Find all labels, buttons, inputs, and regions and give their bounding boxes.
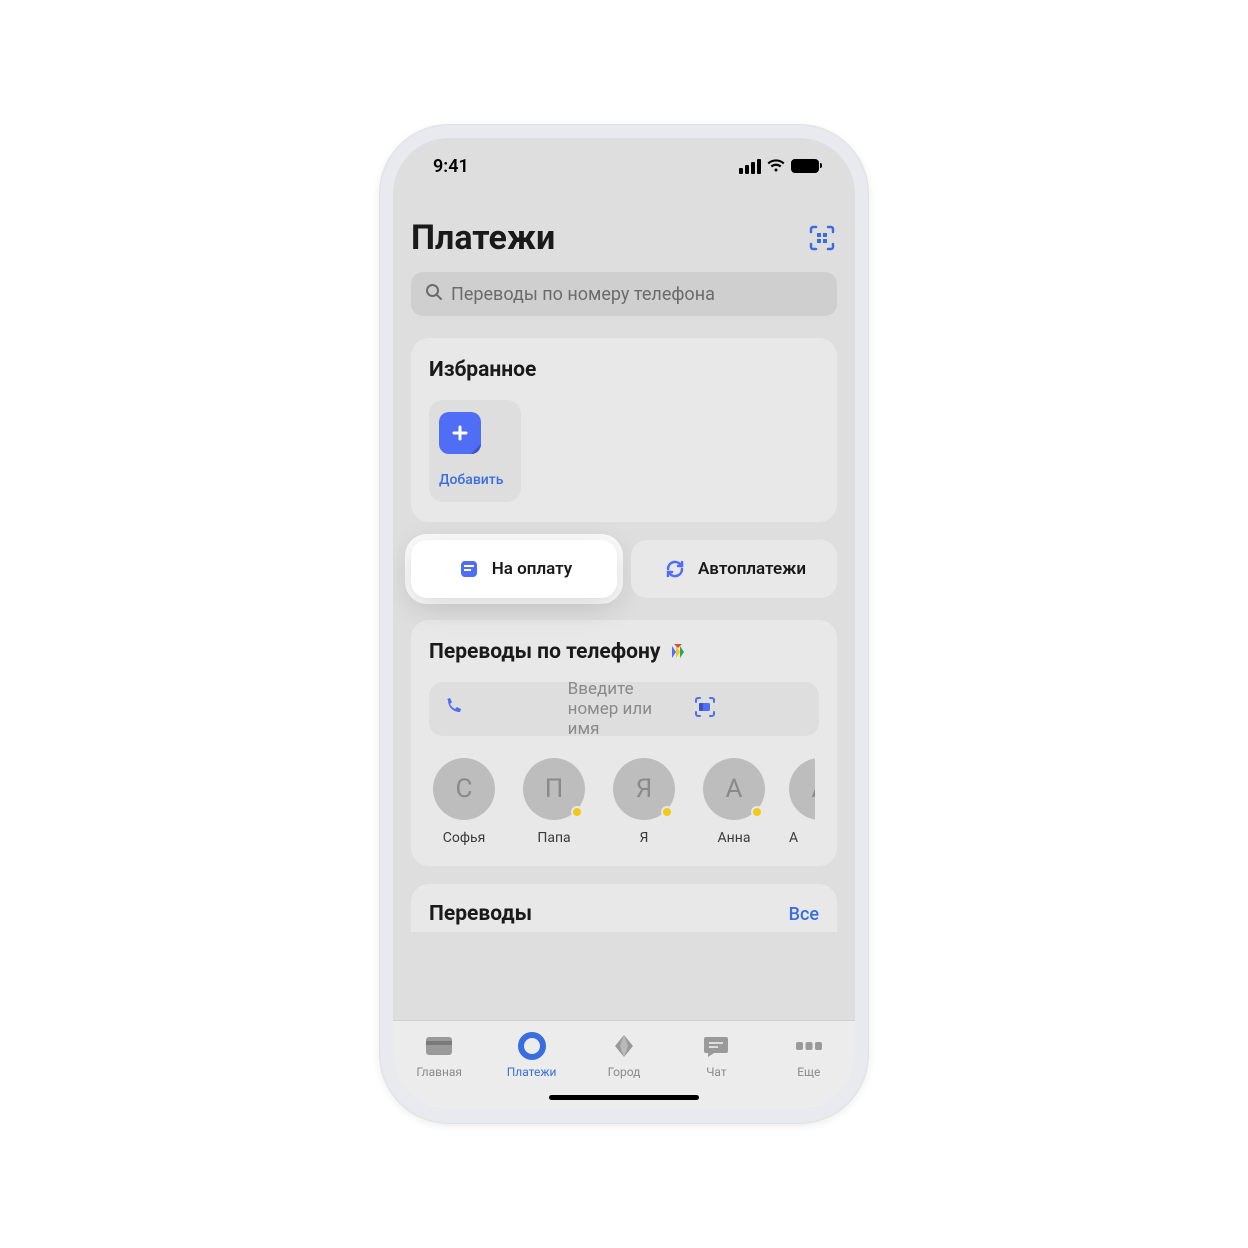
circle-icon [517, 1031, 547, 1061]
phone-number-input[interactable]: Введите номер или имя [429, 682, 819, 736]
tab-home[interactable]: Главная [393, 1031, 485, 1079]
qr-scan-button[interactable] [807, 223, 837, 253]
sbp-icon [668, 642, 688, 662]
transfers-card: Переводы Все [411, 884, 837, 932]
phone-transfers-title-text: Переводы по телефону [429, 640, 660, 664]
tab-chat-label: Чат [706, 1065, 726, 1079]
pay-chip-label: На оплату [492, 559, 572, 579]
tab-home-label: Главная [416, 1065, 462, 1079]
search-icon [425, 283, 443, 306]
favorites-add-button[interactable]: Добавить [429, 400, 521, 502]
search-input[interactable]: Переводы по номеру телефона [411, 272, 837, 316]
invoice-icon [456, 556, 482, 582]
battery-icon [791, 159, 819, 173]
autopay-chip[interactable]: Автоплатежи [631, 540, 837, 598]
wifi-icon [767, 159, 785, 173]
tab-payments[interactable]: Платежи [485, 1031, 577, 1079]
transfers-all-link[interactable]: Все [789, 904, 819, 925]
autopay-chip-label: Автоплатежи [698, 559, 806, 579]
contact-name: Софья [443, 830, 486, 846]
phone-icon [443, 697, 556, 722]
contact-avatar: А [789, 758, 815, 820]
status-dot-icon [571, 806, 583, 818]
action-chips: На оплату Автоплатежи [411, 540, 837, 598]
contact-avatar: Я [613, 758, 675, 820]
main-content: Платежи Переводы по номеру телефона [393, 194, 855, 1020]
page-header: Платежи [411, 218, 837, 258]
favorites-card: Избранное Добавить [411, 338, 837, 522]
transfers-title: Переводы [429, 902, 532, 926]
chat-icon [701, 1031, 731, 1061]
phone-frame: 9:41 Платежи [379, 124, 869, 1124]
tab-more-label: Еще [797, 1065, 820, 1079]
contacts-row[interactable]: С Софья П Папа Я Я А Анна [429, 758, 819, 846]
contact-name: Я [640, 830, 649, 846]
repeat-icon [662, 556, 688, 582]
page-title: Платежи [411, 218, 555, 258]
plus-sticker-icon [439, 412, 481, 454]
contact-item[interactable]: П Папа [519, 758, 589, 846]
contact-avatar: П [523, 758, 585, 820]
status-dot-icon [751, 806, 763, 818]
status-icons [739, 159, 819, 174]
contact-name: Папа [537, 830, 570, 846]
favorites-add-label: Добавить [439, 472, 503, 488]
status-time: 9:41 [433, 156, 469, 177]
contact-item[interactable]: Я Я [609, 758, 679, 846]
cellular-signal-icon [739, 159, 761, 174]
pay-chip[interactable]: На оплату [411, 540, 617, 598]
contact-avatar: А [703, 758, 765, 820]
phone-input-placeholder: Введите номер или имя [568, 679, 681, 739]
card-icon [424, 1031, 454, 1061]
phone-transfers-title: Переводы по телефону [429, 640, 819, 664]
contact-item[interactable]: А А [789, 758, 815, 846]
diamond-icon [609, 1031, 639, 1061]
contact-avatar: С [433, 758, 495, 820]
status-dot-icon [661, 806, 673, 818]
tab-more[interactable]: Еще [763, 1031, 855, 1079]
contact-item[interactable]: А Анна [699, 758, 769, 846]
grid-icon [794, 1031, 824, 1061]
status-bar: 9:41 [393, 138, 855, 194]
favorites-title: Избранное [429, 358, 819, 382]
contact-name: Анна [718, 830, 751, 846]
tab-city-label: Город [608, 1065, 641, 1079]
phone-transfers-card: Переводы по телефону Введите номер или и… [411, 620, 837, 866]
contact-item[interactable]: С Софья [429, 758, 499, 846]
phone-screen: 9:41 Платежи [393, 138, 855, 1110]
tab-city[interactable]: Город [578, 1031, 670, 1079]
card-scan-icon[interactable] [692, 694, 805, 725]
contact-name: А [789, 830, 798, 846]
tab-payments-label: Платежи [507, 1065, 557, 1079]
home-indicator[interactable] [549, 1095, 699, 1100]
search-placeholder: Переводы по номеру телефона [451, 284, 715, 305]
tab-chat[interactable]: Чат [670, 1031, 762, 1079]
